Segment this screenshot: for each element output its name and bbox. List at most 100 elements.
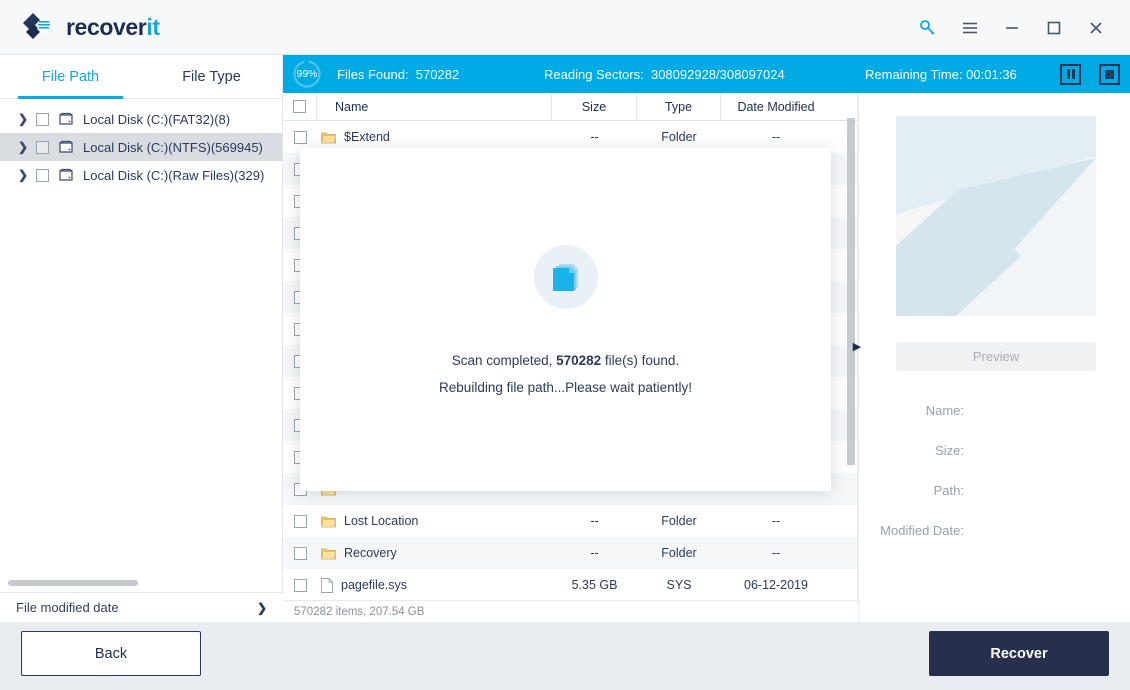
scrollbar-thumb[interactable] bbox=[8, 580, 138, 586]
documents-stack-icon bbox=[533, 245, 598, 309]
recoverit-logo-icon bbox=[20, 9, 56, 45]
cell-type: Folder bbox=[661, 130, 697, 144]
table-row[interactable]: Lost Location -- Folder -- bbox=[283, 505, 857, 537]
sidebar-horizontal-scrollbar[interactable] bbox=[8, 580, 275, 586]
files-found: Files Found: 570282 bbox=[337, 67, 459, 82]
file-list-scrollbar[interactable] bbox=[847, 118, 855, 465]
row-checkbox[interactable] bbox=[293, 130, 307, 144]
cell-size: 5.35 GB bbox=[571, 578, 618, 592]
close-icon[interactable] bbox=[1076, 8, 1116, 48]
cell-size: -- bbox=[590, 546, 599, 560]
row-checkbox[interactable] bbox=[293, 546, 307, 560]
drive-icon bbox=[58, 112, 74, 126]
preview-field: Size: bbox=[859, 430, 1130, 470]
file-modified-date-filter[interactable]: File modified date ❯ bbox=[0, 592, 283, 622]
chevron-right-icon: ❯ bbox=[256, 600, 267, 615]
preview-panel: Preview Name: Size: Path: Modified Date: bbox=[859, 93, 1130, 622]
window-controls bbox=[908, 0, 1116, 55]
modal-line-1: Scan completed, 570282 file(s) found. bbox=[452, 353, 679, 368]
table-row[interactable]: pagefile.sys 5.35 GB SYS 06-12-2019 bbox=[283, 569, 857, 601]
pause-button[interactable] bbox=[1060, 63, 1081, 85]
tree-item-fat32[interactable]: ❯ Local Disk (C:)(FAT32)(8) bbox=[0, 105, 282, 133]
scan-controls bbox=[1060, 63, 1120, 85]
row-checkbox-cell bbox=[283, 578, 317, 592]
cell-size: -- bbox=[590, 130, 599, 144]
brand-logo: recoverit bbox=[20, 9, 160, 45]
cell-type: Folder bbox=[661, 546, 697, 560]
tree-checkbox[interactable] bbox=[36, 168, 49, 182]
remaining-time: Remaining Time: 00:01:36 bbox=[865, 67, 1017, 82]
files-found-value: 570282 bbox=[415, 66, 460, 82]
cell-type: SYS bbox=[666, 578, 692, 592]
column-date-modified[interactable]: Date Modified bbox=[721, 93, 831, 121]
panel-collapse-arrow-icon[interactable]: ▶ bbox=[852, 337, 862, 355]
preview-field-label: Name: bbox=[925, 402, 964, 418]
maximize-icon[interactable] bbox=[1034, 8, 1074, 48]
tree-item-label: Local Disk (C:)(Raw Files)(329) bbox=[83, 167, 265, 183]
drive-tree: ❯ Local Disk (C:)(FAT32)(8) ❯ Local Disk… bbox=[0, 99, 282, 189]
filter-label: File modified date bbox=[16, 600, 119, 615]
preview-button[interactable]: Preview bbox=[896, 342, 1096, 371]
row-checkbox[interactable] bbox=[293, 578, 307, 592]
pause-icon bbox=[1066, 69, 1075, 79]
chevron-right-icon[interactable]: ❯ bbox=[18, 169, 28, 181]
reading-sectors-label: Reading Sectors: bbox=[544, 66, 644, 82]
table-row[interactable]: Recovery -- Folder -- bbox=[283, 537, 857, 569]
cell-name: Lost Location bbox=[317, 514, 552, 528]
brand-main: recover bbox=[66, 13, 147, 40]
cell-type: Folder bbox=[661, 514, 697, 528]
column-name[interactable]: Name bbox=[317, 93, 552, 121]
modal-line1-suffix: file(s) found. bbox=[601, 353, 680, 368]
scan-status-modal: Scan completed, 570282 file(s) found. Re… bbox=[300, 148, 831, 491]
back-button[interactable]: Back bbox=[21, 631, 201, 676]
tree-checkbox[interactable] bbox=[36, 112, 49, 126]
key-icon[interactable] bbox=[908, 8, 948, 48]
preview-field-label: Size: bbox=[935, 442, 964, 458]
column-type[interactable]: Type bbox=[637, 93, 721, 121]
modal-line1-prefix: Scan completed, bbox=[451, 353, 557, 368]
tree-checkbox[interactable] bbox=[36, 140, 49, 154]
progress-percent: 99% bbox=[296, 68, 318, 80]
footer-bar: Back Recover bbox=[0, 622, 1130, 690]
cell-name: pagefile.sys bbox=[317, 577, 552, 593]
minimize-icon[interactable] bbox=[992, 8, 1032, 48]
select-all-cell bbox=[283, 93, 317, 121]
cell-date: -- bbox=[771, 546, 781, 560]
cell-name: $Extend bbox=[317, 130, 552, 144]
file-name: pagefile.sys bbox=[341, 578, 408, 592]
preview-field-label: Path: bbox=[933, 482, 964, 498]
tab-file-type[interactable]: File Type bbox=[141, 55, 282, 98]
scan-progress-bar: 99% Files Found: 570282 Reading Sectors:… bbox=[283, 55, 1130, 93]
row-checkbox-cell bbox=[283, 130, 317, 144]
recover-button[interactable]: Recover bbox=[929, 631, 1109, 676]
drive-icon bbox=[58, 140, 74, 154]
reading-sectors-value: 308092928/308097024 bbox=[650, 66, 785, 82]
tree-item-raw-files[interactable]: ❯ Local Disk (C:)(Raw Files)(329) bbox=[0, 161, 282, 189]
select-all-checkbox[interactable] bbox=[293, 100, 306, 113]
file-list-status: 570282 items, 207.54 GB bbox=[283, 600, 858, 622]
file-name: Recovery bbox=[344, 546, 397, 560]
menu-icon[interactable] bbox=[950, 8, 990, 48]
preview-field: Path: bbox=[859, 470, 1130, 510]
file-name: $Extend bbox=[344, 130, 390, 144]
preview-placeholder-image bbox=[896, 116, 1096, 316]
row-checkbox[interactable] bbox=[293, 514, 307, 528]
remaining-time-label: Remaining Time: bbox=[865, 66, 963, 82]
row-checkbox-cell bbox=[283, 546, 317, 560]
file-list-header: Name Size Type Date Modified bbox=[283, 93, 857, 121]
brand-wordmark: recoverit bbox=[66, 14, 160, 41]
chevron-right-icon[interactable]: ❯ bbox=[18, 141, 28, 153]
chevron-right-icon[interactable]: ❯ bbox=[18, 113, 28, 125]
preview-metadata: Name: Size: Path: Modified Date: bbox=[859, 390, 1130, 550]
tab-file-path[interactable]: File Path bbox=[0, 55, 141, 99]
column-size[interactable]: Size bbox=[552, 93, 637, 121]
tree-item-ntfs[interactable]: ❯ Local Disk (C:)(NTFS)(569945) bbox=[0, 133, 282, 161]
stop-icon bbox=[1105, 69, 1114, 79]
cell-size: -- bbox=[590, 514, 599, 528]
files-found-label: Files Found: bbox=[337, 66, 409, 82]
preview-field-label: Modified Date: bbox=[880, 522, 964, 538]
row-checkbox-cell bbox=[283, 514, 317, 528]
tree-item-label: Local Disk (C:)(FAT32)(8) bbox=[83, 111, 231, 127]
file-icon bbox=[321, 577, 333, 593]
stop-button[interactable] bbox=[1099, 63, 1120, 85]
